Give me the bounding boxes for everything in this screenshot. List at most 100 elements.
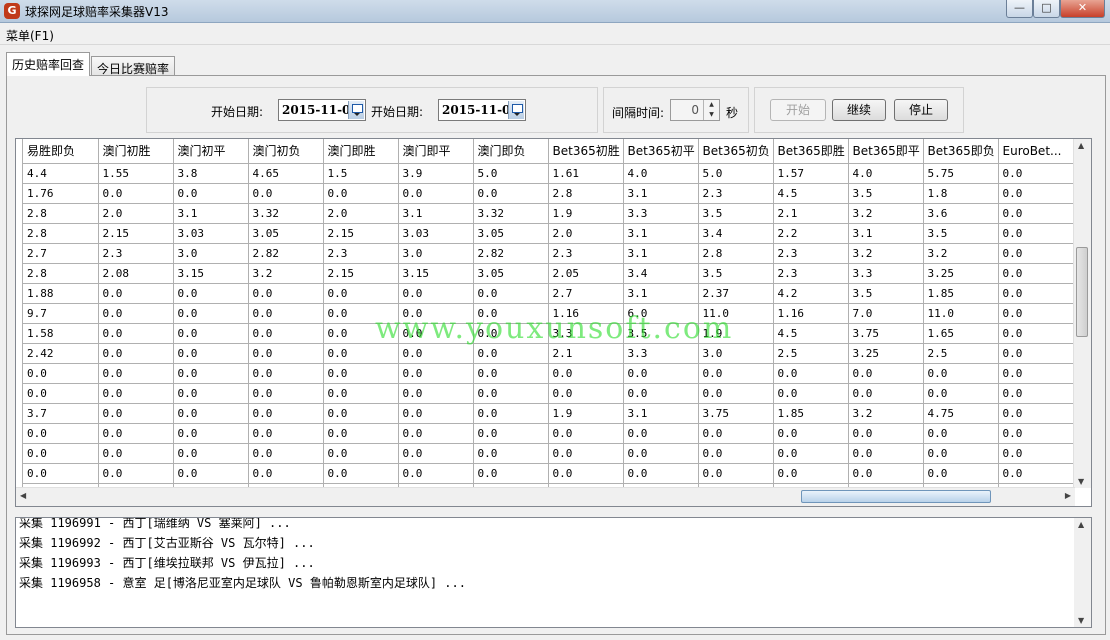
column-header[interactable]: Bet365初平	[623, 139, 699, 164]
column-header[interactable]: Bet365即负	[923, 139, 999, 164]
table-cell: 1.85	[773, 403, 849, 424]
table-row[interactable]: 2.42 0.0 0.0 0.0 0.0 0.0 0.0 2.1 3.3 3.0 2.5 3.25 2.…	[23, 343, 1074, 364]
scroll-down-icon[interactable]: ▼	[1078, 616, 1084, 625]
vertical-scrollbar[interactable]: ▲ ▼	[1073, 139, 1091, 488]
maximize-button[interactable]: □	[1033, 0, 1060, 18]
column-header[interactable]: 澳门即平	[398, 139, 474, 164]
table-cell: 2.05	[548, 263, 624, 284]
table-cell: 3.03	[398, 223, 474, 244]
tab-history-odds[interactable]: 历史赔率回查	[6, 52, 91, 76]
table-row[interactable]: 0.0 0.0 0.0 0.0 0.0 0.0 0.0 0.0 0.0 0.0 0.0 0.0 0.0 0…	[23, 443, 1074, 464]
column-header[interactable]: Bet365即平	[848, 139, 924, 164]
table-row[interactable]: 0.0 0.0 0.0 0.0 0.0 0.0 0.0 0.0 0.0 0.0 0.0 0.0 0.0 0…	[23, 423, 1074, 444]
start-button[interactable]: 开始	[770, 99, 826, 121]
column-header[interactable]: 澳门即胜	[323, 139, 399, 164]
column-header[interactable]: Bet365初胜	[548, 139, 624, 164]
chevron-up-icon[interactable]: ▲	[704, 100, 719, 110]
scroll-up-icon[interactable]: ▲	[1078, 141, 1084, 150]
table-cell: 3.1	[623, 223, 699, 244]
table-cell: 2.0	[323, 203, 399, 224]
table-cell: 3.5	[848, 283, 924, 304]
table-cell: 5.0	[473, 163, 549, 184]
table-cell: 0.0	[173, 443, 249, 464]
table-cell: 2.08	[98, 263, 174, 284]
table-cell: 0.0	[398, 403, 474, 424]
table-cell: 0.0	[473, 183, 549, 204]
table-cell: 3.2	[248, 263, 324, 284]
stepper-buttons[interactable]: ▲ ▼	[703, 100, 719, 120]
table-cell: 2.1	[548, 343, 624, 364]
column-header[interactable]: 澳门初负	[248, 139, 324, 164]
table-cell: 3.4	[698, 223, 774, 244]
table-cell: 0.0	[698, 463, 774, 484]
table-cell: 0.0	[548, 443, 624, 464]
stop-button[interactable]: 停止	[894, 99, 948, 121]
calendar-icon[interactable]	[348, 101, 364, 119]
start-date-picker-1[interactable]: 2015-11-08	[278, 99, 366, 121]
table-row[interactable]: 0.0 0.0 0.0 0.0 0.0 0.0 0.0 0.0 0.0 0.0 0.0 0.0 0.0 0…	[23, 383, 1074, 404]
table-row[interactable]: 3.7 0.0 0.0 0.0 0.0 0.0 0.0 1.9 3.1 3.75 1.85 3.2 4.…	[23, 403, 1074, 424]
horizontal-scroll-thumb[interactable]	[801, 490, 991, 503]
column-header[interactable]: 澳门即负	[473, 139, 549, 164]
table-row[interactable]: 2.8 2.0 3.1 3.32 2.0 3.1 3.32 1.9 3.3 3.5 2.1 3.2 3.…	[23, 203, 1074, 224]
table-cell: 3.3	[848, 263, 924, 284]
scroll-down-icon[interactable]: ▼	[1078, 477, 1084, 486]
table-cell: 3.2	[848, 403, 924, 424]
table-cell: 3.4	[623, 263, 699, 284]
table-cell: 9.7	[23, 303, 99, 324]
start-date-picker-2[interactable]: 2015-11-09	[438, 99, 526, 121]
table-cell: 3.15	[398, 263, 474, 284]
chevron-down-icon[interactable]: ▼	[704, 110, 719, 120]
table-cell: 0.0	[248, 403, 324, 424]
vertical-scroll-thumb[interactable]	[1076, 247, 1088, 337]
table-cell: 0.0	[998, 163, 1074, 184]
table-cell: 3.25	[848, 343, 924, 364]
table-cell: 0.0	[398, 183, 474, 204]
scroll-up-icon[interactable]: ▲	[1078, 520, 1084, 529]
table-row[interactable]: 2.7 2.3 3.0 2.82 2.3 3.0 2.82 2.3 3.1 2.8 2.3 3.2 3.…	[23, 243, 1074, 264]
log-textarea[interactable]: 采集 1196991 - 西丁[瑞维纳 VS 塞莱阿] ... 采集 11969…	[15, 517, 1092, 628]
column-header[interactable]: 澳门初平	[173, 139, 249, 164]
table-cell: 1.88	[23, 283, 99, 304]
table-row[interactable]: 1.76 0.0 0.0 0.0 0.0 0.0 0.0 2.8 3.1 2.3 4.5 3.5 1.8…	[23, 183, 1074, 204]
table-cell: 1.9	[548, 403, 624, 424]
table-cell: 3.0	[698, 343, 774, 364]
interval-stepper[interactable]: 0 ▲ ▼	[670, 99, 720, 121]
column-header[interactable]: Bet365即胜	[773, 139, 849, 164]
tab-today-odds[interactable]: 今日比赛赔率	[91, 56, 176, 77]
table-cell: 0.0	[698, 363, 774, 384]
scroll-right-icon[interactable]: ▶	[1065, 491, 1071, 500]
continue-button[interactable]: 继续	[832, 99, 886, 121]
table-row[interactable]: 2.8 2.15 3.03 3.05 2.15 3.03 3.05 2.0 3.1 3.4 2.2 3…	[23, 223, 1074, 244]
calendar-icon[interactable]	[508, 101, 524, 119]
table-cell: 0.0	[623, 363, 699, 384]
column-header[interactable]: 易胜即负	[23, 139, 99, 164]
menu-main[interactable]: 菜单(F1)	[6, 27, 54, 44]
minimize-button[interactable]: —	[1006, 0, 1033, 18]
table-cell: 0.0	[173, 363, 249, 384]
table-cell: 0.0	[323, 283, 399, 304]
scroll-left-icon[interactable]: ◀	[20, 491, 26, 500]
column-header[interactable]: 澳门初胜	[98, 139, 174, 164]
table-cell: 4.0	[848, 163, 924, 184]
table-cell: 2.15	[323, 263, 399, 284]
table-cell: 0.0	[548, 363, 624, 384]
table-row[interactable]: 0.0 0.0 0.0 0.0 0.0 0.0 0.0 0.0 0.0 0.0 0.0 0.0 0.0 0…	[23, 363, 1074, 384]
column-header[interactable]: EuroBet...	[998, 139, 1074, 164]
table-cell: 0.0	[98, 283, 174, 304]
horizontal-scrollbar[interactable]: ◀ ▶	[16, 487, 1075, 506]
log-scrollbar[interactable]: ▲ ▼	[1074, 518, 1091, 627]
interval-label: 间隔时间:	[612, 106, 665, 120]
table-cell: 0.0	[998, 203, 1074, 224]
table-cell: 3.05	[248, 223, 324, 244]
column-header[interactable]: Bet365初负	[698, 139, 774, 164]
table-cell: 0.0	[173, 403, 249, 424]
table-row[interactable]: 4.4 1.55 3.8 4.65 1.5 3.9 5.0 1.61 4.0 5.0 1.57 4.0…	[23, 163, 1074, 184]
table-cell: 3.32	[473, 203, 549, 224]
close-button[interactable]: ✕	[1060, 0, 1105, 18]
table-cell: 5.0	[698, 163, 774, 184]
table-row[interactable]: 1.88 0.0 0.0 0.0 0.0 0.0 0.0 2.7 3.1 2.37 4.2 3.5 1.…	[23, 283, 1074, 304]
table-cell: 0.0	[998, 243, 1074, 264]
table-row[interactable]: 2.8 2.08 3.15 3.2 2.15 3.15 3.05 2.05 3.4 3.5 2.3 3…	[23, 263, 1074, 284]
table-row[interactable]: 0.0 0.0 0.0 0.0 0.0 0.0 0.0 0.0 0.0 0.0 0.0 0.0 0.0 0…	[23, 463, 1074, 484]
